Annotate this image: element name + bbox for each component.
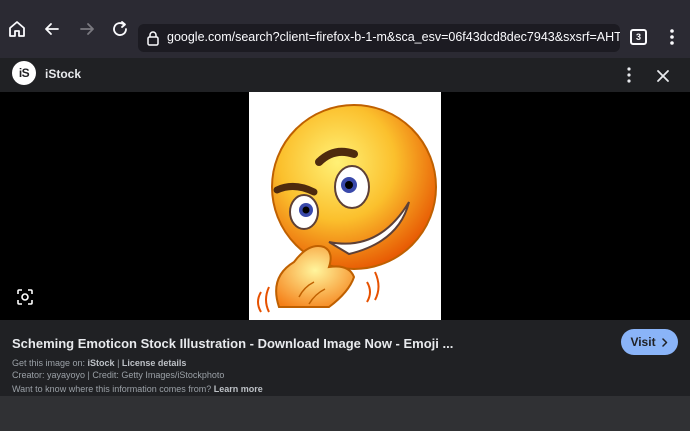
- kebab-icon[interactable]: [621, 66, 637, 84]
- source-favicon: iS: [12, 61, 36, 85]
- creator-line: Creator: yayayoyo | Credit: Getty Images…: [12, 370, 225, 380]
- favicon-logo: iS: [18, 66, 30, 80]
- result-info: Scheming Emoticon Stock Illustration - D…: [0, 320, 690, 396]
- separator: |: [114, 358, 122, 368]
- learn-more-link[interactable]: Learn more: [214, 384, 263, 394]
- reload-icon: [113, 21, 127, 36]
- license-details-link[interactable]: License details: [122, 358, 187, 368]
- home-button[interactable]: [7, 19, 27, 39]
- back-icon: [45, 23, 59, 35]
- visit-label: Visit: [630, 335, 656, 349]
- lens-icon[interactable]: [16, 288, 34, 306]
- close-icon[interactable]: [655, 68, 671, 84]
- tabs-button[interactable]: 3: [630, 29, 647, 45]
- home-icon: [9, 21, 25, 37]
- bottom-panel: [0, 396, 690, 431]
- visit-button[interactable]: Visit: [621, 329, 678, 355]
- url-text: google.com/search?client=firefox-b-1-m&s…: [167, 30, 620, 44]
- scheming-emoticon-image: [257, 104, 437, 313]
- image-preview-area: [0, 92, 690, 320]
- tabs-icon: 3: [635, 32, 641, 42]
- get-image-prefix: Get this image on:: [12, 358, 88, 368]
- source-header: iS iStock: [0, 58, 690, 92]
- want-to-know-text: Want to know where this information come…: [12, 384, 214, 394]
- forward-icon: [80, 23, 94, 35]
- get-image-source[interactable]: iStock: [88, 358, 115, 368]
- info-source-line: Want to know where this information come…: [12, 384, 263, 394]
- result-title[interactable]: Scheming Emoticon Stock Illustration - D…: [12, 336, 453, 351]
- overflow-menu-icon[interactable]: [664, 27, 680, 47]
- back-button[interactable]: [42, 19, 62, 39]
- chevron-right-icon: [661, 337, 667, 347]
- get-image-line: Get this image on: iStock | License deta…: [12, 358, 186, 368]
- browser-toolbar: google.com/search?client=firefox-b-1-m&s…: [0, 0, 690, 58]
- preview-image[interactable]: [249, 92, 441, 320]
- source-name[interactable]: iStock: [45, 67, 81, 81]
- url-bar[interactable]: google.com/search?client=firefox-b-1-m&s…: [138, 24, 620, 52]
- reload-button[interactable]: [110, 19, 130, 39]
- forward-button[interactable]: [77, 19, 97, 39]
- lock-icon: [147, 31, 159, 46]
